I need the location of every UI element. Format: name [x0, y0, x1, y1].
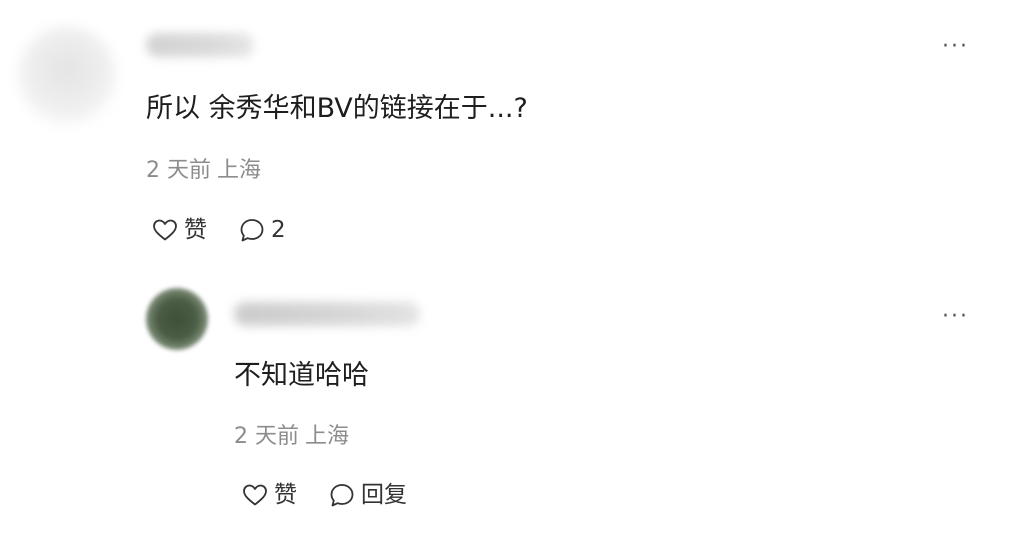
reply-button[interactable]: 回复	[329, 482, 407, 508]
comment-time: 2 天前	[146, 158, 211, 183]
comment-location: 上海	[217, 158, 262, 183]
reply-more-options-button[interactable]: ···	[942, 306, 969, 328]
more-options-button[interactable]: ···	[942, 36, 969, 58]
comment-meta: 2 天前 上海	[146, 160, 261, 182]
reply-text: 不知道哈哈	[234, 360, 369, 391]
like-button[interactable]: 赞	[152, 218, 207, 242]
reply-time: 2 天前	[234, 424, 299, 449]
like-label: 赞	[184, 216, 207, 243]
reply-avatar[interactable]	[146, 288, 208, 350]
comment-count: 2	[271, 216, 286, 243]
comment-thread: ··· 所以 余秀华和BV的链接在于...? 2 天前 上海 赞 2 ··· 不知…	[0, 0, 1024, 543]
reply-like-button[interactable]: 赞	[242, 483, 297, 507]
speech-bubble-icon	[329, 482, 355, 508]
reply-like-label: 赞	[274, 481, 297, 508]
avatar[interactable]	[18, 26, 116, 124]
reply-actions: 赞 回复	[242, 482, 407, 508]
heart-outline-icon	[242, 483, 268, 507]
reply-meta: 2 天前 上海	[234, 426, 349, 448]
reply-label: 回复	[361, 481, 407, 508]
speech-bubble-icon	[239, 217, 265, 243]
comment-actions: 赞 2	[152, 217, 286, 243]
heart-outline-icon	[152, 218, 178, 242]
reply-username-blurred[interactable]	[234, 302, 420, 326]
reply-location: 上海	[305, 424, 350, 449]
comment-button[interactable]: 2	[239, 217, 286, 243]
comment-text: 所以 余秀华和BV的链接在于...?	[146, 93, 528, 124]
username-blurred[interactable]	[146, 33, 254, 57]
